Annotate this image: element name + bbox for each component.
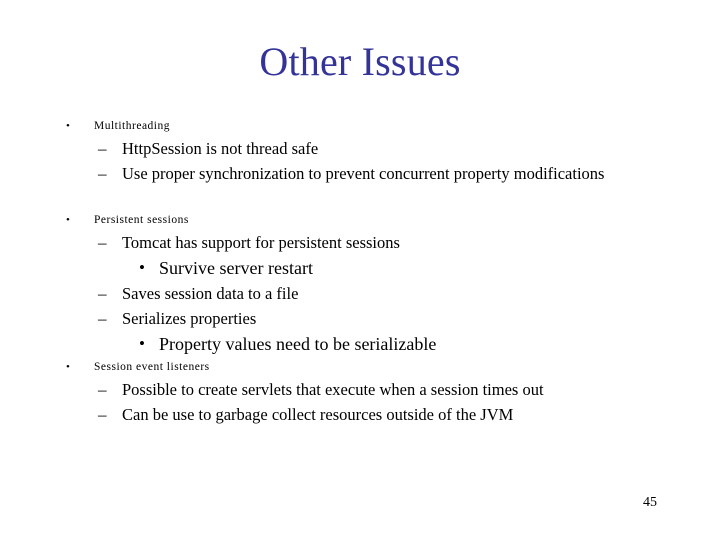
bullet-level1: • Multithreading [0, 116, 720, 136]
bullet-level1: • Session event listeners [0, 357, 720, 377]
bullet-dash-icon: – [98, 309, 107, 328]
bullet-level2: – Serializes properties [0, 306, 720, 331]
bullet-dot-icon: • [139, 258, 145, 277]
bullet-label: HttpSession is not thread safe [122, 139, 319, 158]
slide: Other Issues • Multithreading – HttpSess… [0, 0, 720, 540]
bullet-dot-icon: • [66, 361, 70, 373]
bullet-dash-icon: – [98, 380, 107, 399]
bullet-label: Possible to create servlets that execute… [122, 380, 544, 399]
bullet-dash-icon: – [98, 233, 107, 252]
bullet-label: Use proper synchronization to prevent co… [122, 164, 605, 183]
bullet-dot-icon: • [139, 334, 145, 353]
bullet-label: Multithreading [94, 120, 170, 132]
bullet-dash-icon: – [98, 139, 107, 158]
page-number: 45 [643, 495, 657, 510]
bullet-dash-icon: – [98, 284, 107, 303]
slide-body: • Multithreading – HttpSession is not th… [0, 116, 720, 427]
bullet-level2: – Tomcat has support for persistent sess… [0, 230, 720, 255]
bullet-label: Session event listeners [94, 361, 210, 373]
bullet-level2: – Can be use to garbage collect resource… [0, 402, 720, 427]
bullet-dash-icon: – [98, 405, 107, 424]
bullet-level2: – Possible to create servlets that execu… [0, 377, 720, 402]
bullet-label: Can be use to garbage collect resources … [122, 405, 514, 424]
bullet-label: Persistent sessions [94, 214, 189, 226]
bullet-dot-icon: • [66, 214, 70, 226]
bullet-label: Serializes properties [122, 309, 257, 328]
bullet-level2: – Use proper synchronization to prevent … [0, 161, 720, 186]
bullet-label: Survive server restart [159, 258, 313, 278]
bullet-label: Tomcat has support for persistent sessio… [122, 233, 400, 252]
bullet-level1: • Persistent sessions [0, 210, 720, 230]
page-title: Other Issues [259, 39, 461, 84]
bullet-label: Saves session data to a file [122, 284, 299, 303]
bullet-level2: – Saves session data to a file [0, 281, 720, 306]
bullet-dash-icon: – [98, 164, 107, 183]
bullet-level3: • Property values need to be serializabl… [0, 331, 720, 357]
bullet-dot-icon: • [66, 120, 70, 132]
bullet-level2: – HttpSession is not thread safe [0, 136, 720, 161]
bullet-level3: • Survive server restart [0, 255, 720, 281]
bullet-label: Property values need to be serializable [159, 334, 437, 354]
